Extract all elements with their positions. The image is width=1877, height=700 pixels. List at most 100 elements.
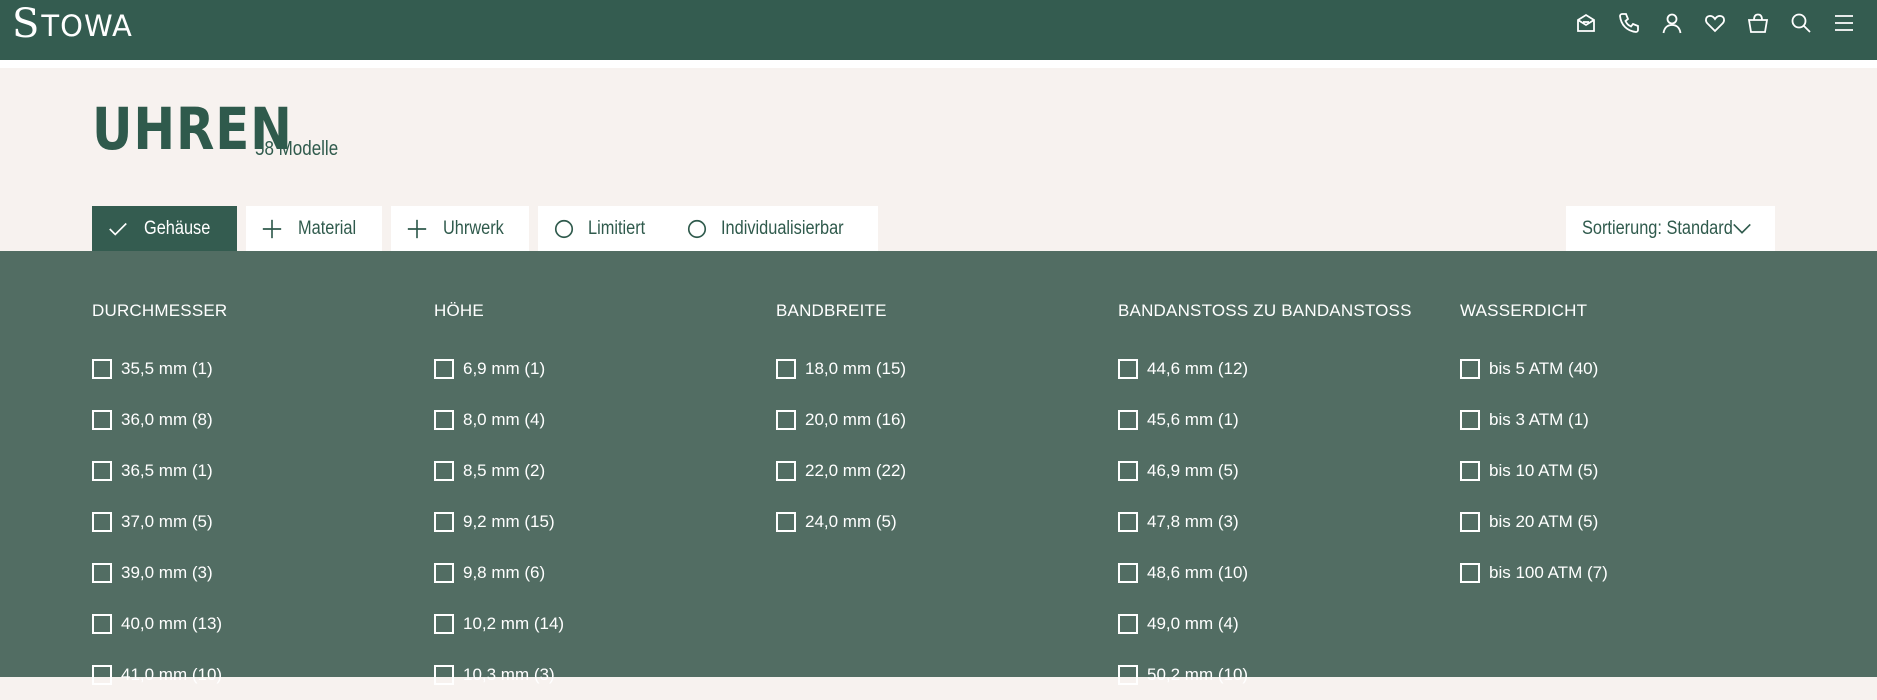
checkbox[interactable] <box>92 664 112 685</box>
checkbox[interactable] <box>434 562 454 583</box>
filter-option[interactable]: 35,5 mm (1) <box>92 343 434 394</box>
checkbox[interactable] <box>1118 358 1138 379</box>
filter-option[interactable]: 37,0 mm (5) <box>92 496 434 547</box>
basket-icon[interactable] <box>1745 10 1771 36</box>
filter-option[interactable]: 22,0 mm (22) <box>776 445 1118 496</box>
filter-option[interactable]: bis 100 ATM (7) <box>1460 547 1802 598</box>
filter-option[interactable]: bis 20 ATM (5) <box>1460 496 1802 547</box>
option-label: 9,8 mm (6) <box>463 562 546 582</box>
option-label: 49,0 mm (4) <box>1147 613 1239 633</box>
checkbox[interactable] <box>92 613 112 634</box>
option-label: 10,2 mm (14) <box>463 613 565 633</box>
filter-option[interactable]: bis 5 ATM (40) <box>1460 343 1802 394</box>
filter-option[interactable]: 46,9 mm (5) <box>1118 445 1460 496</box>
tab-material[interactable]: Material <box>246 206 382 251</box>
option-label: 47,8 mm (3) <box>1147 511 1239 531</box>
menu-icon[interactable] <box>1831 10 1857 36</box>
sort-dropdown[interactable]: Sortierung: Standard <box>1566 206 1775 251</box>
checkbox[interactable] <box>776 511 796 532</box>
filter-option[interactable]: 20,0 mm (16) <box>776 394 1118 445</box>
checkbox[interactable] <box>92 358 112 379</box>
filter-option[interactable]: 47,8 mm (3) <box>1118 496 1460 547</box>
checkbox[interactable] <box>1460 511 1480 532</box>
checkbox[interactable] <box>776 358 796 379</box>
checkbox[interactable] <box>1460 409 1480 430</box>
circle-icon <box>685 217 709 241</box>
checkbox[interactable] <box>92 460 112 481</box>
checkbox[interactable] <box>776 460 796 481</box>
filter-option[interactable]: 39,0 mm (3) <box>92 547 434 598</box>
checkbox[interactable] <box>92 409 112 430</box>
option-label: bis 20 ATM (5) <box>1489 511 1599 531</box>
filter-option[interactable]: bis 10 ATM (5) <box>1460 445 1802 496</box>
checkbox[interactable] <box>776 409 796 430</box>
checkbox[interactable] <box>1118 409 1138 430</box>
filter-option[interactable]: 18,0 mm (15) <box>776 343 1118 394</box>
header-icon-group <box>1573 10 1857 36</box>
filter-option[interactable]: 10,2 mm (14) <box>434 598 776 649</box>
filter-option[interactable]: 9,2 mm (15) <box>434 496 776 547</box>
checkbox[interactable] <box>1460 358 1480 379</box>
toggle-label: Individualisierbar <box>720 217 844 239</box>
checkbox[interactable] <box>92 562 112 583</box>
filter-option[interactable]: bis 3 ATM (1) <box>1460 394 1802 445</box>
toggle-filters: Limitiert Individualisierbar <box>538 206 878 251</box>
filter-option[interactable]: 49,0 mm (4) <box>1118 598 1460 649</box>
toggle-limitiert[interactable]: Limitiert <box>538 206 669 251</box>
column-heading: BANDBREITE <box>776 301 887 320</box>
checkbox[interactable] <box>1118 460 1138 481</box>
filter-option[interactable]: 10,3 mm (3) <box>434 649 776 700</box>
filter-column-bandanstoss: BANDANSTOSS ZU BANDANSTOSS 44,6 mm (12) … <box>1118 299 1460 700</box>
filter-option[interactable]: 36,5 mm (1) <box>92 445 434 496</box>
option-label: 46,9 mm (5) <box>1147 460 1239 480</box>
checkbox[interactable] <box>1118 613 1138 634</box>
filter-option[interactable]: 45,6 mm (1) <box>1118 394 1460 445</box>
heart-icon[interactable] <box>1702 10 1728 36</box>
column-heading: HÖHE <box>434 301 484 320</box>
checkbox[interactable] <box>434 409 454 430</box>
stowa-logo[interactable]: S TOWA <box>12 4 133 46</box>
filter-option[interactable]: 44,6 mm (12) <box>1118 343 1460 394</box>
checkbox[interactable] <box>1460 562 1480 583</box>
tab-gehaeuse[interactable]: Gehäuse <box>92 206 238 251</box>
option-label: 22,0 mm (22) <box>805 460 907 480</box>
tab-uhrwerk[interactable]: Uhrwerk <box>390 206 530 251</box>
filter-option[interactable]: 50,2 mm (10) <box>1118 649 1460 700</box>
option-label: bis 3 ATM (1) <box>1489 409 1589 429</box>
filter-option[interactable]: 41,0 mm (10) <box>92 649 434 700</box>
filter-option[interactable]: 9,8 mm (6) <box>434 547 776 598</box>
filter-option[interactable]: 8,5 mm (2) <box>434 445 776 496</box>
toggle-individualisierbar[interactable]: Individualisierbar <box>668 206 878 251</box>
checkbox[interactable] <box>434 460 454 481</box>
mail-icon[interactable] <box>1573 10 1599 36</box>
checkbox[interactable] <box>1460 460 1480 481</box>
option-label: 45,6 mm (1) <box>1147 409 1239 429</box>
option-label: 50,2 mm (10) <box>1147 664 1249 684</box>
user-icon[interactable] <box>1659 10 1685 36</box>
filter-tabs: Gehäuse Material Uhrwerk Limitiert Indiv… <box>92 206 887 251</box>
checkbox[interactable] <box>434 664 454 685</box>
filter-option[interactable]: 8,0 mm (4) <box>434 394 776 445</box>
checkbox[interactable] <box>92 511 112 532</box>
option-label: 9,2 mm (15) <box>463 511 555 531</box>
toggle-label: Limitiert <box>588 217 646 239</box>
option-label: 44,6 mm (12) <box>1147 358 1249 378</box>
checkbox[interactable] <box>434 358 454 379</box>
sort-label: Sortierung: Standard <box>1582 217 1733 239</box>
phone-icon[interactable] <box>1616 10 1642 36</box>
filter-option[interactable]: 24,0 mm (5) <box>776 496 1118 547</box>
checkbox[interactable] <box>1118 511 1138 532</box>
filter-panel: DURCHMESSER 35,5 mm (1) 36,0 mm (8) 36,5… <box>0 251 1877 685</box>
checkbox[interactable] <box>434 613 454 634</box>
checkbox[interactable] <box>1118 664 1138 685</box>
category-header: UHREN 58 Modelle Gehäuse Material Uhrwer… <box>0 68 1877 251</box>
filter-option[interactable]: 48,6 mm (10) <box>1118 547 1460 598</box>
filter-option[interactable]: 36,0 mm (8) <box>92 394 434 445</box>
column-heading: BANDANSTOSS ZU BANDANSTOSS <box>1118 301 1412 320</box>
filter-column-durchmesser: DURCHMESSER 35,5 mm (1) 36,0 mm (8) 36,5… <box>92 299 434 700</box>
checkbox[interactable] <box>434 511 454 532</box>
filter-option[interactable]: 40,0 mm (13) <box>92 598 434 649</box>
filter-option[interactable]: 6,9 mm (1) <box>434 343 776 394</box>
checkbox[interactable] <box>1118 562 1138 583</box>
search-icon[interactable] <box>1788 10 1814 36</box>
